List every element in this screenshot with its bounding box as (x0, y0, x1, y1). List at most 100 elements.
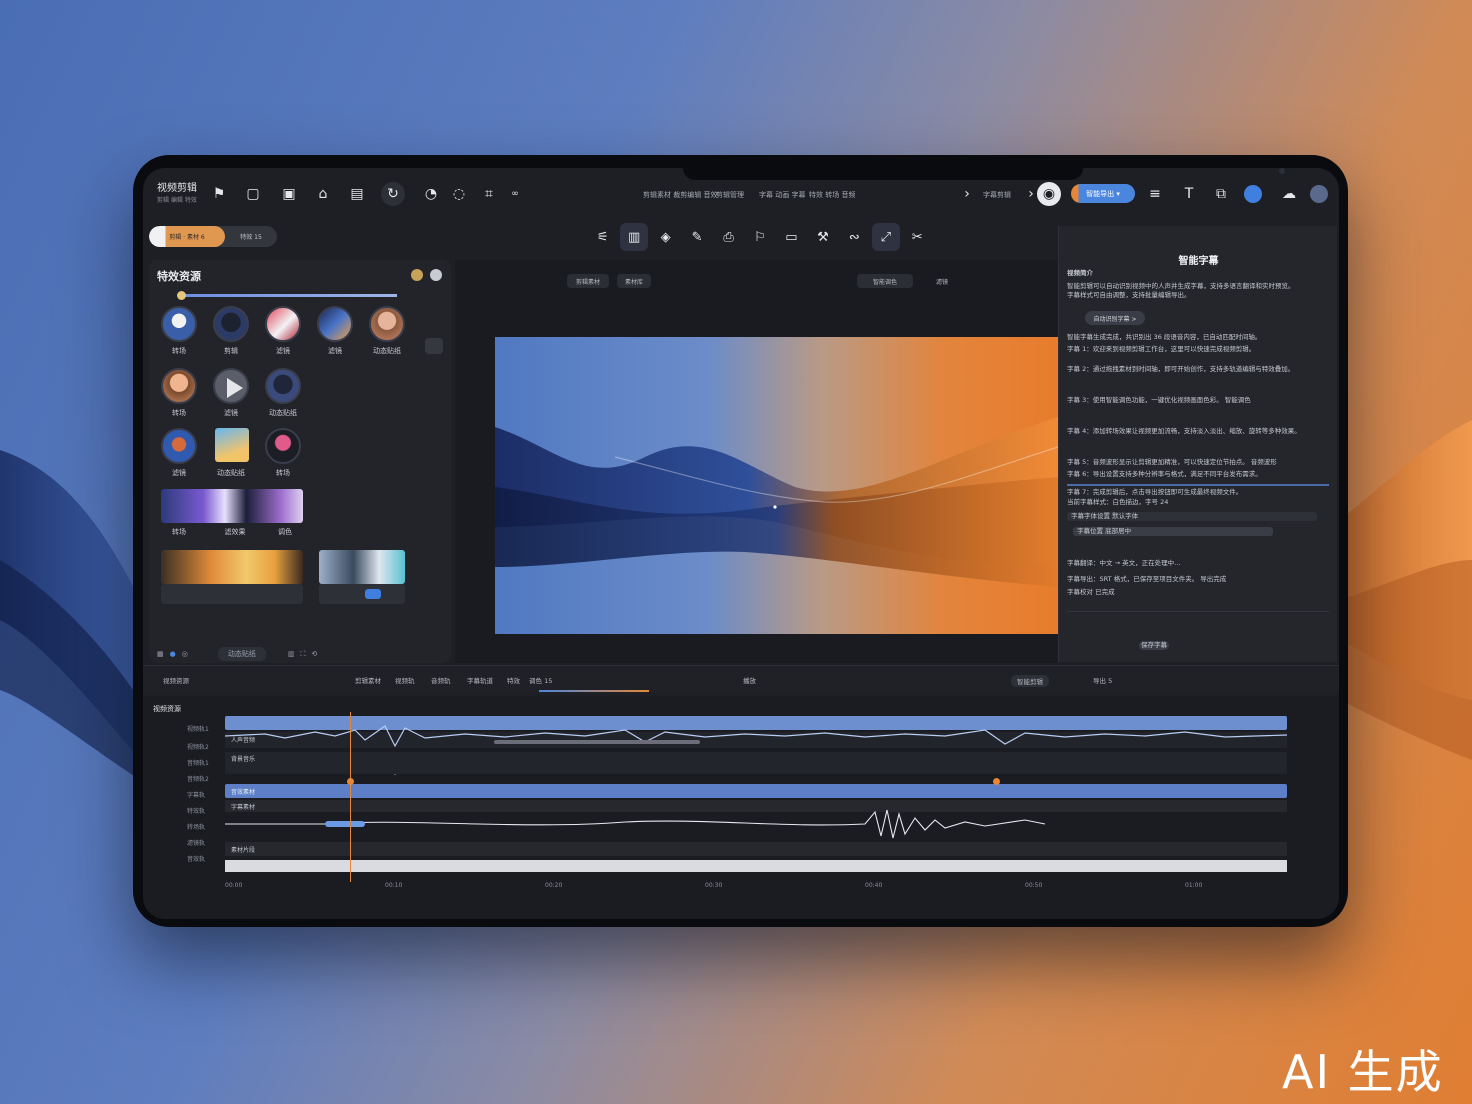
effect-thumb[interactable] (265, 368, 301, 404)
text-icon[interactable]: T (1177, 182, 1201, 206)
breadcrumb[interactable]: 字幕剪辑 (983, 190, 1011, 200)
bag-icon[interactable]: ⌂ (311, 182, 335, 206)
effect-thumb[interactable] (369, 306, 405, 342)
shield-icon[interactable]: ◈ (652, 223, 679, 251)
chevron-right-icon[interactable]: › (955, 182, 979, 206)
record-icon[interactable]: ◉ (1037, 182, 1061, 206)
layout-icon[interactable]: ▥ (288, 650, 295, 658)
bookmark-icon[interactable]: ⚐ (746, 223, 773, 251)
subtitle-line[interactable]: 字幕 4：添加转场效果让视频更加流畅，支持淡入淡出、缩放、旋转等多种效果。 (1067, 427, 1329, 436)
toolbar-label[interactable]: 字幕轨道 (467, 675, 493, 685)
badge-icon[interactable] (411, 269, 423, 281)
audio-track-2[interactable]: 背景音乐 (225, 752, 1287, 774)
print-icon[interactable]: ▤ (345, 182, 369, 206)
media-tab-switch[interactable]: 剪辑 · 素材 6 特效 15 (149, 226, 277, 247)
play-effect-icon[interactable] (213, 368, 249, 404)
clip-controls[interactable] (161, 584, 303, 604)
collapse-icon[interactable] (425, 338, 443, 354)
toolbar-label[interactable]: 视频轨 (395, 675, 415, 685)
waveform-icon[interactable]: ▥ (620, 223, 648, 251)
effect-track[interactable]: 音效素材 (225, 784, 1287, 798)
save-subtitle-button[interactable]: 保存字幕 (1139, 641, 1169, 650)
video-preview[interactable] (495, 337, 1058, 634)
folder-icon[interactable]: ▣ (277, 182, 301, 206)
marker[interactable] (347, 778, 354, 785)
tab-filter[interactable]: 滤镜 (925, 274, 959, 288)
video-clip[interactable] (319, 550, 405, 584)
user-icon[interactable] (1244, 185, 1262, 203)
toolbar-label[interactable]: 调色 15 (529, 675, 552, 685)
swim-icon[interactable]: ∾ (841, 223, 868, 251)
font-setting[interactable]: 字幕字体设置 默认字体 (1067, 512, 1317, 521)
playhead[interactable] (350, 712, 351, 882)
chat-icon[interactable]: ▭ (778, 223, 805, 251)
subtitle-line[interactable]: 字幕 2：通过拖拽素材到时间轴，即可开始创作，支持多轨道编辑与特效叠加。 (1067, 365, 1329, 374)
sync-icon[interactable]: ⟲ (311, 650, 317, 658)
globe-icon[interactable]: ● (170, 650, 176, 658)
auto-detect-button[interactable]: 自动识别字幕 > (1085, 311, 1145, 325)
lines-icon[interactable]: ≡ (1143, 182, 1167, 206)
menu-item-effects[interactable]: 特效 转场 音频 (809, 190, 855, 200)
subtitle-line[interactable]: 字幕 5：音频波形显示让剪辑更加精准，可以快速定位节拍点。 音频波形 (1067, 458, 1329, 467)
slider-knob[interactable] (177, 291, 186, 300)
magic-icon[interactable]: ⚒ (809, 223, 836, 251)
effect-thumb[interactable] (317, 306, 353, 342)
filter-icon[interactable]: ⚟ (589, 223, 616, 251)
toolbar-label[interactable]: 音频轨 (431, 675, 451, 685)
toolbar-label[interactable]: 剪辑素材 (355, 675, 381, 685)
menu-item-edit[interactable]: 剪辑素材 裁剪编辑 音效 (643, 190, 717, 200)
effect-thumb[interactable] (265, 428, 301, 464)
info-icon[interactable] (430, 269, 442, 281)
subtitle-line[interactable]: 智能字幕生成完成，共识别出 36 段语音内容，已自动匹配时间轴。 (1067, 333, 1329, 342)
link-icon[interactable]: ∞ (503, 182, 527, 206)
tab-inactive-label: 特效 15 (240, 234, 262, 241)
transition-track[interactable]: 素材片段 (225, 842, 1287, 856)
crop-icon[interactable]: ⌗ (477, 182, 501, 206)
effect-thumb[interactable] (161, 428, 197, 464)
toolbar-label[interactable]: 特效 (507, 675, 520, 685)
export-button[interactable]: 智能导出 ▾ (1071, 184, 1135, 203)
mask-icon[interactable]: ◌ (447, 182, 471, 206)
subtitle-line[interactable]: 字幕 6：导出设置支持多种分辨率与格式，满足不同平台发布需求。 (1067, 470, 1329, 479)
move-icon[interactable]: ⤢ (872, 223, 900, 251)
scissors-icon[interactable]: ✂ (904, 223, 931, 251)
subtitle-line[interactable]: 字幕 3：使用智能调色功能，一键优化视频画面色彩。 智能调色 (1067, 396, 1329, 405)
subtitle-line[interactable]: 字幕 7：完成剪辑后，点击导出按钮即可生成最终视频文件。 (1067, 484, 1329, 497)
toolbar-label[interactable]: 视频资源 (163, 675, 189, 685)
effect-thumb[interactable] (161, 306, 197, 342)
avatar[interactable] (1310, 185, 1328, 203)
film-strip[interactable] (161, 489, 303, 523)
grid-icon[interactable]: ▦ (157, 650, 164, 658)
headphones-icon[interactable]: ◔ (419, 182, 443, 206)
toolbar-label[interactable]: 导出 5 (1093, 675, 1112, 685)
filter-track[interactable] (225, 860, 1287, 872)
marker[interactable] (993, 778, 1000, 785)
effects-slider[interactable] (177, 291, 397, 300)
cloud-icon[interactable]: ☁ (1277, 182, 1301, 206)
video-clip[interactable] (161, 550, 303, 584)
tab-library[interactable]: 素材库 (617, 274, 651, 288)
tab-active[interactable]: 剪辑 · 素材 6 (149, 226, 225, 247)
tag-icon[interactable]: ⛶ (300, 650, 305, 659)
menu-item-manage[interactable]: 剪辑管理 (716, 190, 744, 200)
tab-inactive[interactable]: 特效 15 (225, 232, 277, 241)
effect-thumb[interactable] (161, 368, 197, 404)
clip-controls[interactable] (319, 584, 405, 604)
toolbar-label[interactable]: 智能剪辑 (1011, 675, 1049, 687)
toolbar-label[interactable]: 播放 (743, 675, 756, 685)
menu-item-subtitle[interactable]: 字幕 动画 字幕 (759, 190, 805, 200)
layers-icon[interactable]: ⧉ (1209, 182, 1233, 206)
effect-thumb[interactable] (213, 306, 249, 342)
camera-small-icon[interactable]: ◎ (182, 650, 188, 658)
subtitle-line[interactable]: 字幕 1：欢迎来到视频剪辑工作台，这里可以快速完成视频剪辑。 (1067, 345, 1329, 354)
effect-thumb[interactable] (265, 306, 301, 342)
new-file-icon[interactable]: ▢ (241, 182, 265, 206)
camera-icon[interactable]: ⎙ (715, 223, 742, 251)
tab-color[interactable]: 智能调色 (857, 274, 913, 288)
tab-media[interactable]: 剪辑素材 (567, 274, 609, 288)
effect-thumb[interactable] (215, 428, 249, 462)
position-setting[interactable]: 字幕位置 底部居中 (1073, 527, 1273, 536)
flag-icon[interactable]: ⚑ (207, 182, 231, 206)
refresh-icon[interactable]: ↻ (381, 182, 405, 206)
pen-icon[interactable]: ✎ (683, 223, 710, 251)
